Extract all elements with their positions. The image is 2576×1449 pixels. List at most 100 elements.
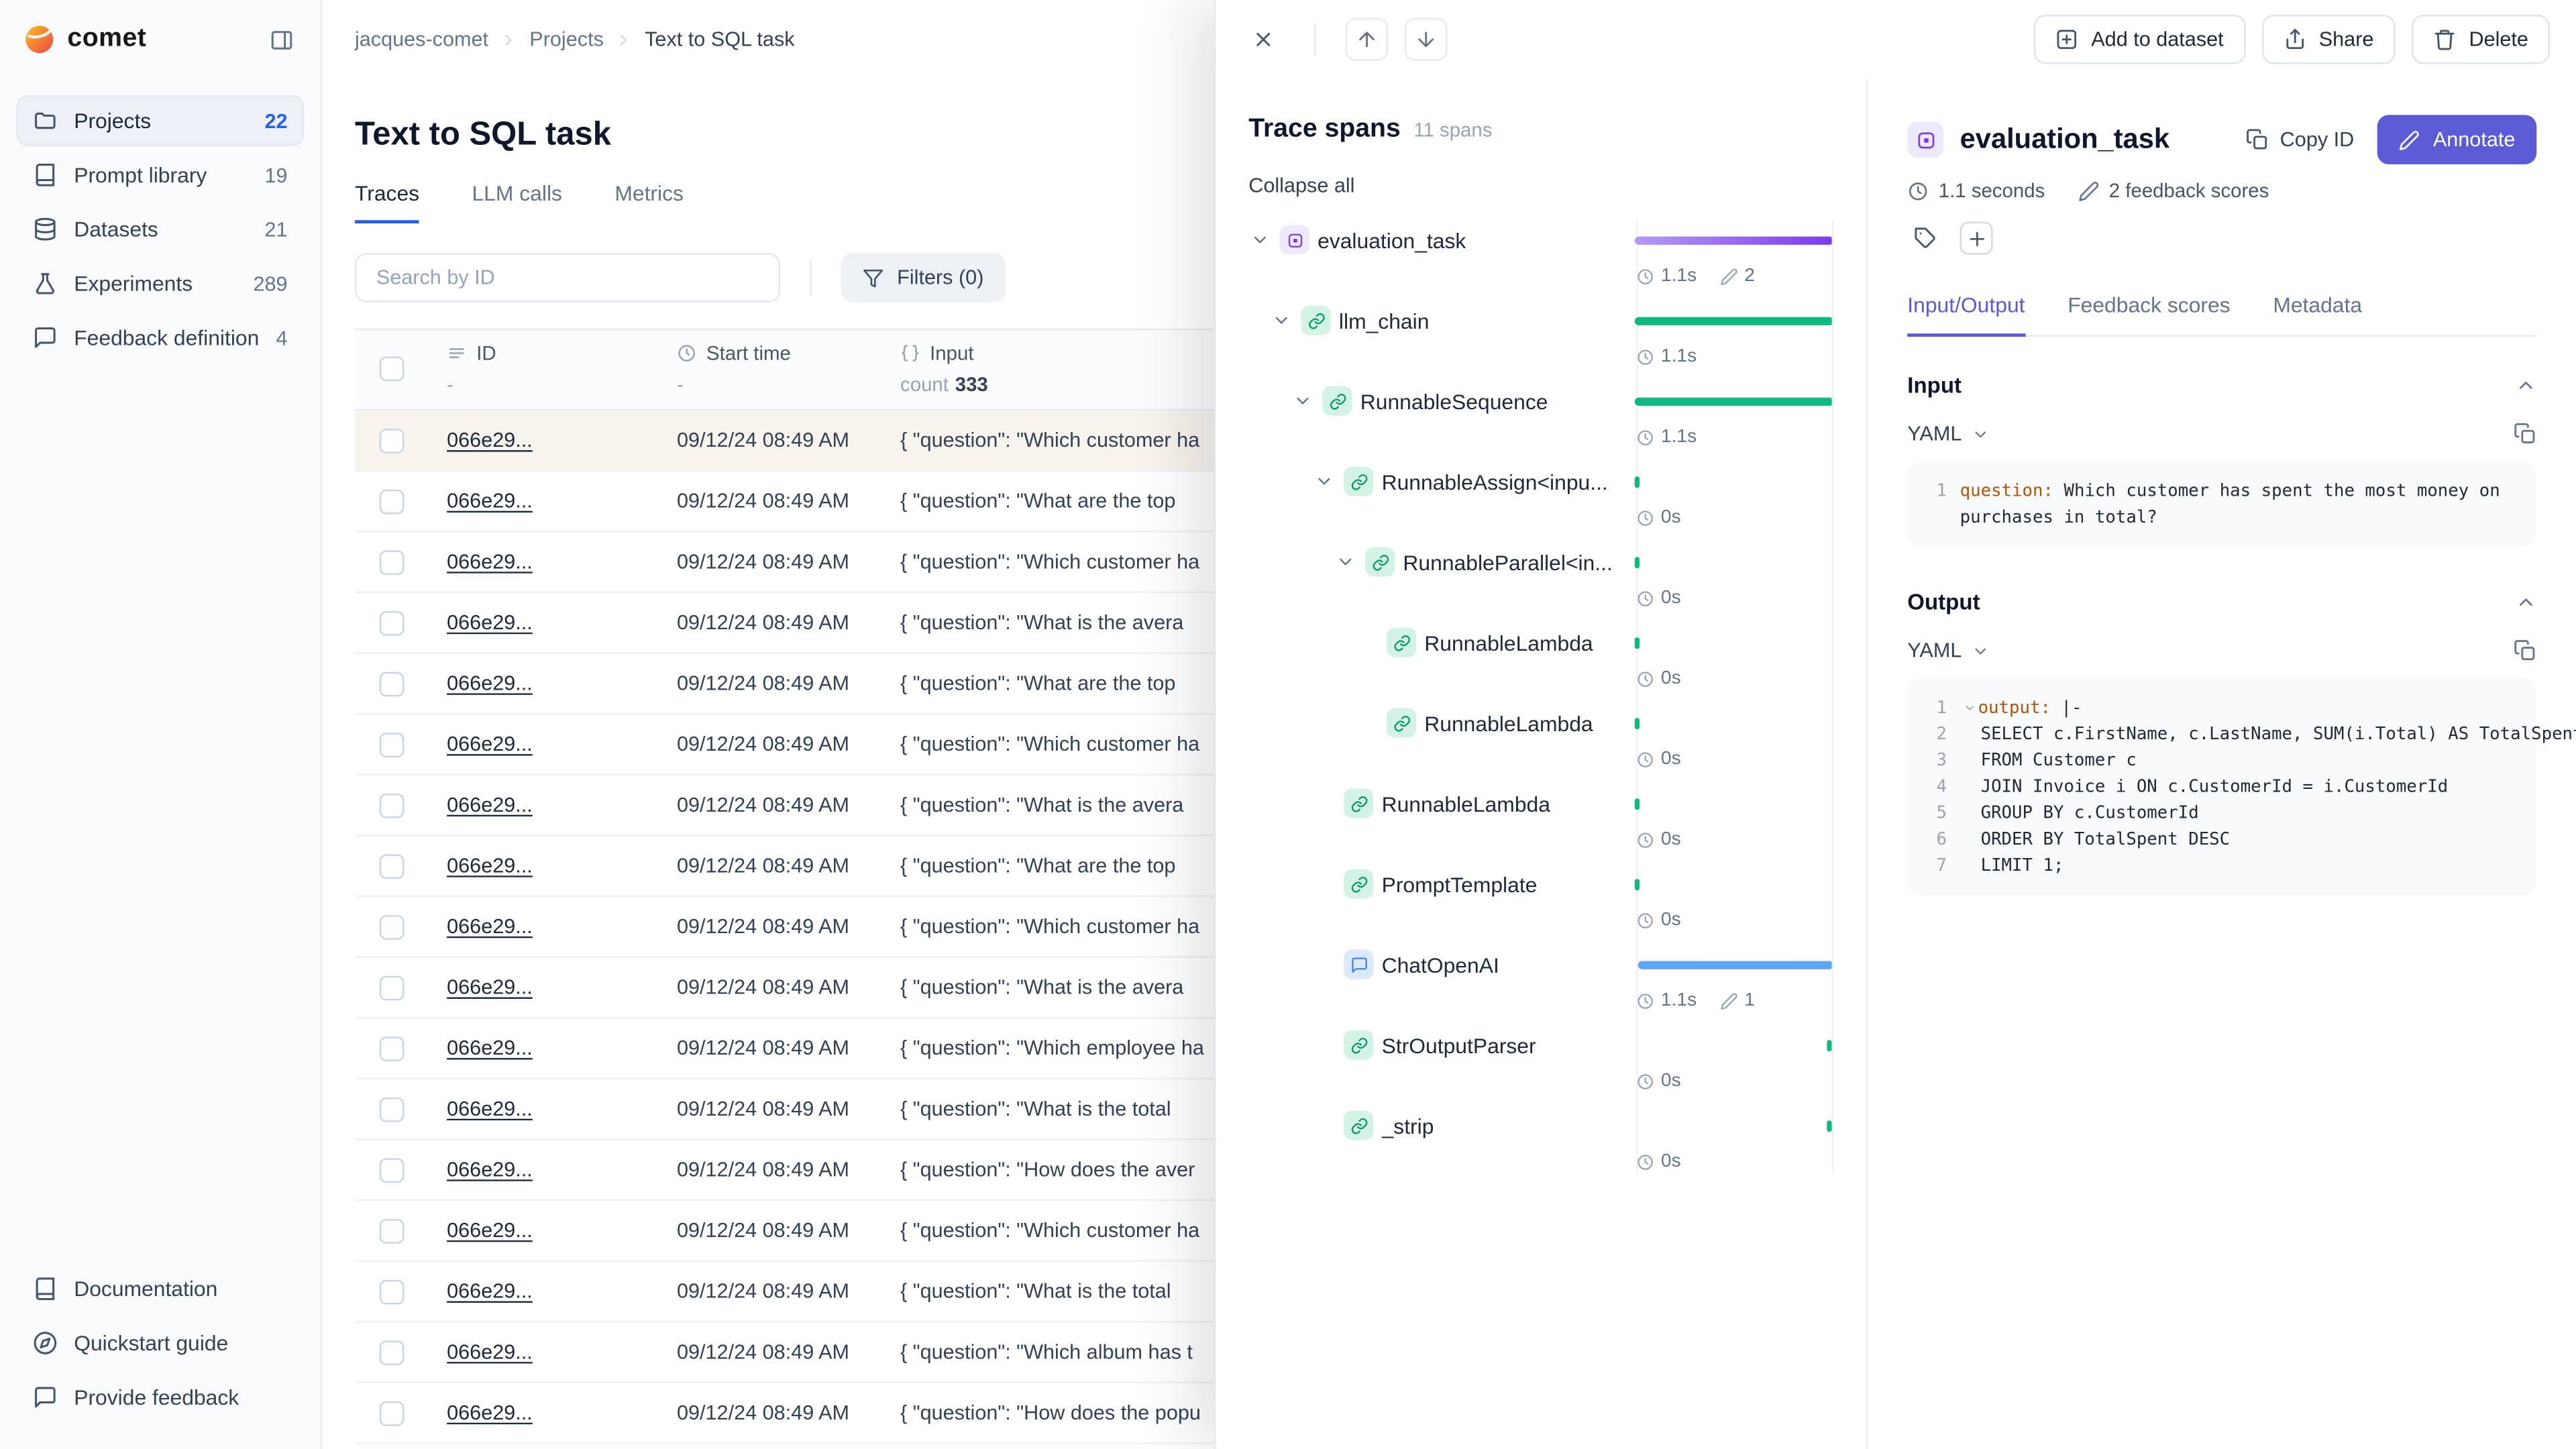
detail-tabs: Input/Output Feedback scores Metadata <box>1907 292 2536 337</box>
span-row-runnablelambda[interactable]: RunnableLambda 0s <box>1248 623 1833 703</box>
span-row-chatopenai[interactable]: ChatOpenAI 1.1s 1 <box>1248 945 1833 1025</box>
collapse-all-button[interactable]: Collapse all <box>1248 174 1354 197</box>
sidebar-item-prompt-library[interactable]: Prompt library 19 <box>16 150 304 201</box>
sidebar-item-datasets[interactable]: Datasets 21 <box>16 204 304 255</box>
close-button[interactable] <box>1242 18 1285 61</box>
span-row-runnableparallel-in-[interactable]: RunnableParallel<in... 0s <box>1248 542 1833 623</box>
sidebar-footer: Documentation Quickstart guide Provide f… <box>0 1250 321 1449</box>
span-row--strip[interactable]: _strip 0s <box>1248 1106 1833 1186</box>
row-checkbox[interactable] <box>378 671 403 696</box>
detail-tab-input-output[interactable]: Input/Output <box>1907 292 2025 337</box>
trace-id-link[interactable]: 066e29... <box>447 1219 533 1242</box>
trace-id-link[interactable]: 066e29... <box>447 1340 533 1363</box>
copy-icon <box>2514 639 2536 662</box>
span-expand-chevron-icon[interactable] <box>1291 391 1314 411</box>
trace-id-link[interactable]: 066e29... <box>447 429 533 451</box>
input-copy-button[interactable] <box>2514 422 2536 445</box>
sidebar-item-projects[interactable]: Projects 22 <box>16 95 304 146</box>
span-expand-chevron-icon[interactable] <box>1334 552 1357 572</box>
trace-id-link[interactable]: 066e29... <box>447 1401 533 1424</box>
breadcrumb-item-jacques-comet[interactable]: jacques-comet <box>355 28 488 51</box>
row-checkbox[interactable] <box>378 1401 403 1426</box>
next-trace-button[interactable] <box>1405 18 1448 61</box>
input-format-select[interactable]: YAML <box>1907 422 1990 445</box>
copy-id-button[interactable]: Copy ID <box>2245 128 2354 151</box>
trace-id-link[interactable]: 066e29... <box>447 672 533 695</box>
trace-id-link[interactable]: 066e29... <box>447 1159 533 1181</box>
share-button[interactable]: Share <box>2261 15 2395 64</box>
span-timeline <box>1635 398 1833 406</box>
row-checkbox[interactable] <box>378 975 403 1000</box>
output-copy-button[interactable] <box>2514 639 2536 662</box>
row-checkbox[interactable] <box>378 549 403 574</box>
trace-id-link[interactable]: 066e29... <box>447 915 533 938</box>
trace-id-link[interactable]: 066e29... <box>447 611 533 634</box>
filters-button[interactable]: Filters (0) <box>841 253 1005 302</box>
row-checkbox[interactable] <box>378 610 403 635</box>
row-checkbox[interactable] <box>378 914 403 939</box>
sidebar-item-label: Provide feedback <box>74 1385 287 1409</box>
annotate-button[interactable]: Annotate <box>2377 115 2537 164</box>
detail-tab-metadata[interactable]: Metadata <box>2273 292 2362 337</box>
trace-id-link[interactable]: 066e29... <box>447 550 533 573</box>
sidebar-item-experiments[interactable]: Experiments 289 <box>16 258 304 309</box>
row-checkbox[interactable] <box>378 1097 403 1122</box>
row-checkbox[interactable] <box>378 732 403 757</box>
detail-tab-feedback-scores[interactable]: Feedback scores <box>2068 292 2230 337</box>
span-row-runnableassign-inpu-[interactable]: RunnableAssign<inpu... 0s <box>1248 462 1833 542</box>
trace-id-link[interactable]: 066e29... <box>447 1280 533 1303</box>
tag-button[interactable] <box>1907 220 1943 256</box>
span-row-evaluation-task[interactable]: evaluation_task 1.1s 2 <box>1248 220 1833 301</box>
span-name: StrOutputParser <box>1382 1032 1536 1057</box>
span-row-runnablesequence[interactable]: RunnableSequence 1.1s <box>1248 381 1833 462</box>
span-name: evaluation_task <box>1318 227 1466 252</box>
delete-button[interactable]: Delete <box>2412 15 2550 64</box>
fold-chevron-icon[interactable] <box>1960 695 1978 721</box>
sidebar-item-documentation[interactable]: Documentation <box>16 1263 304 1314</box>
row-checkbox[interactable] <box>378 1340 403 1364</box>
sidebar-item-quickstart-guide[interactable]: Quickstart guide <box>16 1318 304 1368</box>
span-row-stroutputparser[interactable]: StrOutputParser 0s <box>1248 1025 1833 1106</box>
span-expand-chevron-icon[interactable] <box>1248 230 1271 250</box>
row-checkbox[interactable] <box>378 793 403 818</box>
add-to-dataset-button[interactable]: Add to dataset <box>2034 15 2245 64</box>
row-checkbox[interactable] <box>378 489 403 514</box>
tab-metrics[interactable]: Metrics <box>614 180 684 223</box>
trace-id-link[interactable]: 066e29... <box>447 854 533 877</box>
comet-logo[interactable]: comet <box>23 23 146 56</box>
span-row-prompttemplate[interactable]: PromptTemplate 0s <box>1248 864 1833 945</box>
breadcrumb-item-projects[interactable]: Projects <box>529 28 604 51</box>
row-checkbox[interactable] <box>378 1218 403 1243</box>
trace-id-link[interactable]: 066e29... <box>447 490 533 513</box>
span-row-llm-chain[interactable]: llm_chain 1.1s <box>1248 301 1833 381</box>
span-duration: 0s <box>1636 1152 1681 1171</box>
add-tag-button[interactable] <box>1960 222 1993 255</box>
span-name: PromptTemplate <box>1382 871 1538 896</box>
row-checkbox[interactable] <box>378 1036 403 1061</box>
select-all-checkbox[interactable] <box>378 356 403 381</box>
tab-traces[interactable]: Traces <box>355 180 419 223</box>
row-checkbox[interactable] <box>378 428 403 453</box>
row-checkbox[interactable] <box>378 1157 403 1182</box>
sidebar-collapse-button[interactable] <box>266 24 298 56</box>
trace-id-link[interactable]: 066e29... <box>447 1036 533 1059</box>
sidebar-item-feedback-definitions[interactable]: Feedback definitions 4 <box>16 312 304 363</box>
trace-id-link[interactable]: 066e29... <box>447 733 533 755</box>
tags-row <box>1907 220 2536 256</box>
span-expand-chevron-icon[interactable] <box>1270 311 1293 330</box>
trace-id-link[interactable]: 066e29... <box>447 794 533 816</box>
span-row-runnablelambda[interactable]: RunnableLambda 0s <box>1248 784 1833 864</box>
span-row-runnablelambda[interactable]: RunnableLambda 0s <box>1248 703 1833 784</box>
previous-trace-button[interactable] <box>1346 18 1389 61</box>
trace-id-link[interactable]: 066e29... <box>447 976 533 999</box>
row-checkbox[interactable] <box>378 853 403 878</box>
output-collapse-button[interactable] <box>2515 592 2536 613</box>
row-checkbox[interactable] <box>378 1279 403 1304</box>
input-collapse-button[interactable] <box>2515 374 2536 396</box>
trace-id-link[interactable]: 066e29... <box>447 1097 533 1120</box>
span-expand-chevron-icon[interactable] <box>1313 472 1336 491</box>
search-input[interactable] <box>373 264 762 290</box>
sidebar-item-provide-feedback[interactable]: Provide feedback <box>16 1372 304 1423</box>
output-format-select[interactable]: YAML <box>1907 639 1990 662</box>
tab-llm-calls[interactable]: LLM calls <box>472 180 562 223</box>
